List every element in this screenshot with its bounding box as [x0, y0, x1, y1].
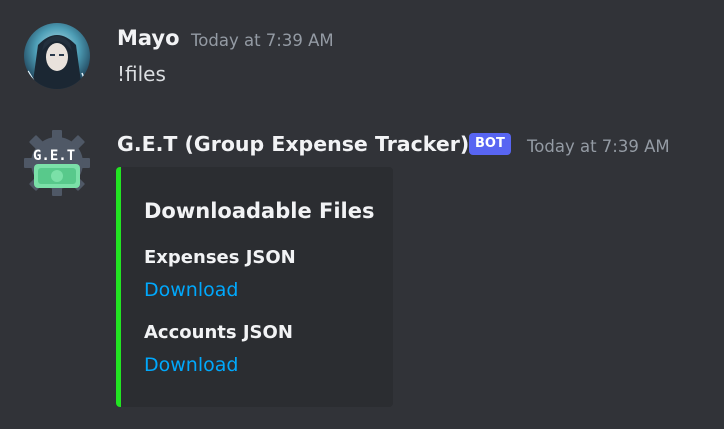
field-name-expenses: Expenses JSON	[144, 247, 296, 268]
message-bot: G.E.T G.E.T (Group Expense Tracker) BOT …	[0, 110, 724, 429]
message-content: !files	[117, 62, 166, 86]
message-timestamp[interactable]: Today at 7:39 AM	[527, 137, 670, 156]
field-name-accounts: Accounts JSON	[144, 322, 293, 343]
embed-card: Downloadable Files Expenses JSON Downloa…	[116, 167, 393, 407]
anime-avatar-icon	[24, 23, 90, 89]
message-timestamp[interactable]: Today at 7:39 AM	[191, 31, 334, 50]
download-accounts-link[interactable]: Download	[144, 354, 238, 376]
chat-message-list: Mayo Today at 7:39 AM !files G.E.T G.E.T…	[0, 0, 724, 429]
download-expenses-link[interactable]: Download	[144, 279, 238, 301]
user-avatar[interactable]	[24, 23, 90, 89]
username[interactable]: Mayo	[117, 26, 180, 50]
bot-avatar-label: G.E.T	[33, 148, 76, 164]
embed-title: Downloadable Files	[144, 199, 375, 223]
message-mayo: Mayo Today at 7:39 AM !files	[0, 0, 724, 110]
bot-username[interactable]: G.E.T (Group Expense Tracker)	[117, 132, 469, 156]
bot-avatar[interactable]: G.E.T	[24, 130, 90, 196]
bot-badge: BOT	[469, 133, 511, 155]
